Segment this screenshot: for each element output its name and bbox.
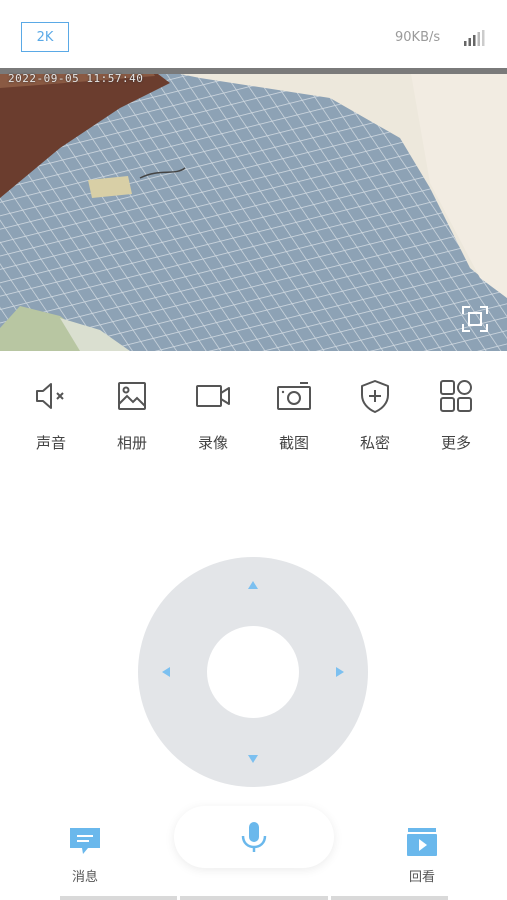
photo-album-icon bbox=[118, 382, 146, 410]
arrow-right-icon[interactable] bbox=[336, 667, 344, 677]
camera-screenshot-icon bbox=[277, 382, 311, 410]
talk-button[interactable] bbox=[174, 806, 334, 868]
ptz-joystick[interactable] bbox=[138, 557, 368, 787]
messages-label: 消息 bbox=[71, 870, 98, 885]
screenshot-button[interactable]: 截图 bbox=[264, 378, 324, 453]
arrow-down-icon[interactable] bbox=[248, 755, 258, 763]
fullscreen-icon[interactable] bbox=[461, 305, 489, 333]
more-button[interactable]: 更多 bbox=[426, 378, 486, 453]
home-indicator bbox=[60, 896, 177, 900]
bottom-bar: 消息 回看 bbox=[0, 800, 507, 900]
network-speed: 90KB/s bbox=[395, 30, 441, 45]
shield-plus-icon bbox=[361, 380, 389, 413]
microphone-icon bbox=[241, 822, 267, 852]
home-indicator bbox=[331, 896, 448, 900]
record-label: 录像 bbox=[197, 434, 228, 452]
record-button[interactable]: 录像 bbox=[183, 378, 243, 453]
album-button[interactable]: 相册 bbox=[102, 378, 162, 453]
joystick-center bbox=[207, 626, 299, 718]
video-timestamp: 2022-09-05 11:57:40 bbox=[8, 72, 144, 85]
arrow-left-icon[interactable] bbox=[162, 667, 170, 677]
playback-label: 回看 bbox=[408, 870, 435, 885]
home-indicator bbox=[180, 896, 328, 900]
quality-button[interactable]: 2K bbox=[21, 22, 69, 52]
sound-label: 声音 bbox=[35, 434, 66, 452]
video-feed[interactable]: 2022-09-05 11:57:40 bbox=[0, 68, 507, 351]
camera-image bbox=[0, 68, 507, 351]
speaker-muted-icon bbox=[36, 383, 64, 409]
message-icon bbox=[70, 828, 100, 854]
privacy-button[interactable]: 私密 bbox=[345, 378, 405, 453]
album-label: 相册 bbox=[116, 434, 147, 452]
video-record-icon bbox=[196, 385, 230, 407]
grid-more-icon bbox=[440, 380, 472, 412]
messages-button[interactable]: 消息 bbox=[55, 826, 115, 885]
tool-bar: 声音 相册 录像 截图 私密 更多 bbox=[0, 378, 507, 458]
arrow-up-icon[interactable] bbox=[248, 581, 258, 589]
signal-bars-icon bbox=[464, 30, 485, 46]
playback-button[interactable]: 回看 bbox=[392, 826, 452, 885]
sound-button[interactable]: 声音 bbox=[21, 378, 81, 453]
privacy-label: 私密 bbox=[359, 434, 390, 452]
more-label: 更多 bbox=[440, 434, 471, 452]
top-bar: 2K 90KB/s bbox=[0, 0, 507, 68]
playback-icon bbox=[407, 828, 437, 856]
screenshot-label: 截图 bbox=[278, 434, 309, 452]
